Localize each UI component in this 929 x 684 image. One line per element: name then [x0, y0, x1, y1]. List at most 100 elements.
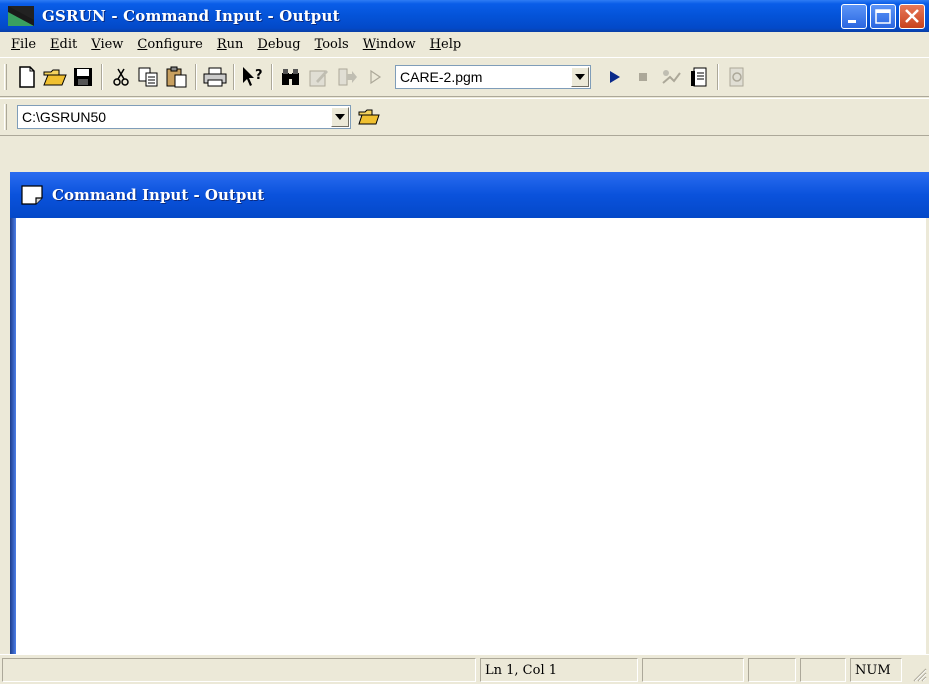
- notepad-disabled-icon: [309, 70, 328, 87]
- save-button[interactable]: [69, 63, 97, 91]
- options-disabled-button[interactable]: [723, 63, 751, 91]
- status-num-lock: NUM: [850, 658, 902, 682]
- scissors-icon: [113, 68, 129, 86]
- context-help-button[interactable]: ?: [239, 63, 267, 91]
- status-position: Ln 1, Col 1: [480, 658, 638, 682]
- app-icon: [8, 6, 34, 26]
- menu-run[interactable]: Run: [210, 37, 251, 52]
- edit-disabled-button[interactable]: [305, 63, 333, 91]
- toolbar-separator: [233, 64, 235, 90]
- menu-help-label: elp: [441, 36, 462, 52]
- toolbar-separator: [271, 64, 273, 90]
- go-disabled-button[interactable]: [361, 63, 389, 91]
- paste-clipboard-icon: [166, 66, 187, 88]
- close-icon: [905, 9, 919, 23]
- output-button[interactable]: [685, 63, 713, 91]
- build-disabled-icon: [662, 70, 681, 84]
- cut-button[interactable]: [107, 63, 135, 91]
- menu-view[interactable]: View: [84, 37, 130, 52]
- menu-file[interactable]: File: [4, 37, 43, 52]
- menu-configure-label: onfigure: [147, 36, 203, 52]
- toolbar-separator: [717, 64, 719, 90]
- program-select-value: CARE-2.pgm: [400, 69, 483, 85]
- toolbar-separator: [101, 64, 103, 90]
- chevron-down-icon: [335, 114, 345, 120]
- menu-window[interactable]: Window: [356, 37, 423, 52]
- status-position-text: Ln 1, Col 1: [485, 662, 558, 678]
- chevron-down-icon: [575, 74, 585, 80]
- close-button[interactable]: [899, 4, 925, 29]
- menu-run-label: un: [226, 36, 244, 52]
- directory-select-value: C:\GSRUN50: [22, 109, 107, 125]
- program-select[interactable]: CARE-2.pgm: [395, 65, 591, 89]
- compile-button[interactable]: [657, 63, 685, 91]
- menu-edit-label: dit: [59, 36, 78, 52]
- find-button[interactable]: [277, 63, 305, 91]
- stop-disabled-icon: [639, 73, 647, 81]
- copy-icon: [138, 67, 158, 87]
- document-icon: [691, 67, 707, 87]
- path-toolbar: C:\GSRUN50: [0, 98, 929, 136]
- menu-tools-label: ools: [322, 36, 349, 52]
- toolbar-grip[interactable]: [4, 104, 7, 130]
- menu-edit[interactable]: Edit: [43, 37, 84, 52]
- stop-button[interactable]: [629, 63, 657, 91]
- menu-tools[interactable]: Tools: [308, 37, 356, 52]
- menu-bar: File Edit View Configure Run Debug Tools…: [0, 32, 929, 56]
- document-window-icon: [21, 185, 43, 205]
- title-bar[interactable]: GSRUN - Command Input - Output: [0, 0, 929, 32]
- minimize-icon: [848, 20, 856, 23]
- status-pane-empty-2: [748, 658, 796, 682]
- menu-file-label: ile: [20, 36, 37, 52]
- open-folder-icon: [43, 69, 67, 86]
- menu-window-label: indow: [375, 36, 416, 52]
- play-icon: [610, 71, 620, 83]
- save-disk-icon: [74, 68, 92, 86]
- status-pane-empty-1: [642, 658, 744, 682]
- svg-text:?: ?: [255, 68, 263, 83]
- menu-help-accel: H: [429, 36, 442, 52]
- child-window-title-bar[interactable]: Command Input - Output: [10, 172, 929, 218]
- help-pointer-icon: ?: [243, 67, 263, 86]
- maximize-button[interactable]: [870, 4, 896, 29]
- toolbar-grip[interactable]: [4, 64, 7, 90]
- menu-help[interactable]: Help: [423, 37, 469, 52]
- run-button[interactable]: [601, 63, 629, 91]
- status-message-pane: [2, 658, 476, 682]
- main-toolbar: ? CARE-2.pgm: [0, 57, 929, 97]
- play-outline-disabled-icon: [370, 69, 382, 85]
- window-title: GSRUN - Command Input - Output: [42, 7, 340, 25]
- toolbar-separator: [195, 64, 197, 90]
- paste-button[interactable]: [163, 63, 191, 91]
- directory-select-dropdown-button[interactable]: [331, 107, 349, 127]
- step-disabled-button[interactable]: [333, 63, 361, 91]
- print-button[interactable]: [201, 63, 229, 91]
- status-num-lock-text: NUM: [855, 662, 891, 678]
- open-folder-icon: [358, 109, 380, 125]
- menu-window-accel: W: [362, 36, 376, 52]
- directory-select[interactable]: C:\GSRUN50: [17, 105, 351, 129]
- menu-edit-accel: E: [50, 36, 60, 52]
- menu-debug-label: ebug: [267, 36, 301, 52]
- menu-configure[interactable]: Configure: [130, 37, 209, 52]
- open-file-button[interactable]: [41, 63, 69, 91]
- menu-file-accel: F: [11, 36, 21, 52]
- status-bar: Ln 1, Col 1 NUM: [0, 654, 929, 684]
- browse-folder-button[interactable]: [355, 103, 383, 131]
- maximize-icon: [875, 9, 891, 24]
- minimize-button[interactable]: [841, 4, 867, 29]
- copy-button[interactable]: [135, 63, 163, 91]
- command-output-area[interactable]: [10, 218, 929, 654]
- menu-debug[interactable]: Debug: [250, 37, 307, 52]
- status-pane-empty-3: [800, 658, 846, 682]
- program-select-dropdown-button[interactable]: [571, 67, 589, 87]
- step-into-disabled-icon: [338, 68, 357, 86]
- new-file-icon: [19, 66, 35, 88]
- document-settings-disabled-icon: [729, 67, 744, 87]
- resize-grip-icon[interactable]: [911, 666, 927, 682]
- menu-run-accel: R: [216, 36, 227, 52]
- new-file-button[interactable]: [13, 63, 41, 91]
- menu-debug-accel: D: [257, 36, 268, 52]
- child-window-title: Command Input - Output: [52, 186, 265, 204]
- menu-view-label: iew: [100, 36, 124, 52]
